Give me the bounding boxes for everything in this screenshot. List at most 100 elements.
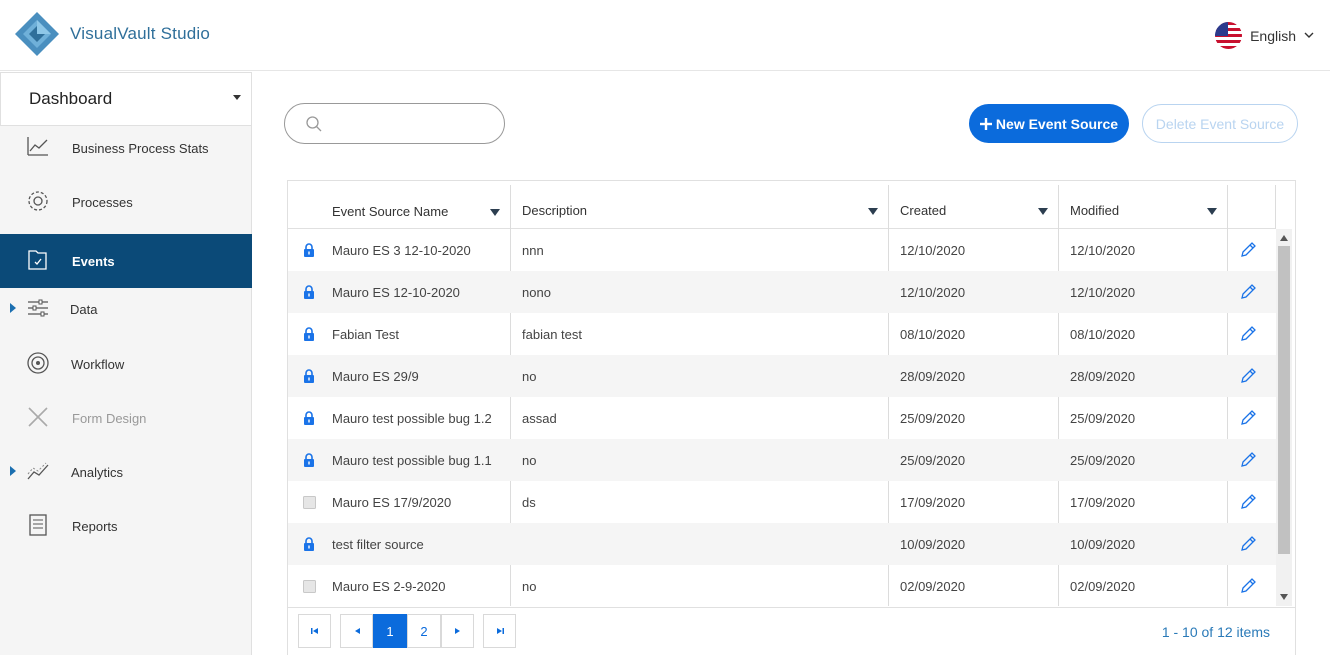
- scroll-up-icon[interactable]: [1280, 235, 1288, 241]
- workflow-icon: [27, 352, 49, 374]
- table-row[interactable]: Mauro ES 2-9-2020 no 02/09/2020 02/09/2020: [288, 565, 1276, 607]
- pager: 1 2 1 - 10 of 12 items: [288, 607, 1295, 656]
- cell-name: Fabian Test: [332, 326, 399, 342]
- first-page-icon: [310, 628, 318, 634]
- dashboard-dropdown[interactable]: Dashboard: [0, 72, 252, 126]
- sidebar-item-data[interactable]: Data: [0, 282, 252, 336]
- cell-description: no: [522, 578, 537, 594]
- page-2-button[interactable]: 2: [407, 614, 441, 648]
- cell-name: Mauro test possible bug 1.1: [332, 452, 492, 468]
- vertical-scrollbar[interactable]: [1276, 229, 1292, 606]
- filter-icon[interactable]: [1207, 208, 1217, 215]
- cell-name: Mauro ES 17/9/2020: [332, 494, 452, 510]
- cell-modified: 28/09/2020: [1070, 368, 1136, 384]
- cell-modified: 12/10/2020: [1070, 242, 1136, 258]
- column-header-name[interactable]: Event Source Name: [288, 187, 510, 235]
- page-1-button[interactable]: 1: [373, 614, 407, 648]
- next-page-button[interactable]: [441, 614, 474, 648]
- lock-icon: [303, 313, 317, 355]
- sidebar-item-reports[interactable]: Reports: [0, 499, 252, 553]
- sidebar-item-label: Form Design: [72, 410, 147, 426]
- delete-event-source-button[interactable]: Delete Event Source: [1142, 104, 1298, 143]
- column-header-description[interactable]: Description: [510, 186, 888, 234]
- edit-icon[interactable]: [1239, 439, 1261, 481]
- next-page-icon: [454, 628, 460, 634]
- cell-modified: 10/09/2020: [1070, 536, 1136, 552]
- table-row[interactable]: test filter source 10/09/2020 10/09/2020: [288, 523, 1276, 565]
- sidebar-item-label: Business Process Stats: [72, 140, 209, 156]
- search-input[interactable]: [284, 103, 505, 144]
- table-row[interactable]: Mauro test possible bug 1.1 no 25/09/2020 2…: [288, 439, 1276, 481]
- page-number: 2: [420, 623, 428, 639]
- sidebar: Dashboard Business Process Stats Process…: [0, 72, 252, 655]
- sidebar-item-events[interactable]: Events: [0, 234, 252, 288]
- filter-icon[interactable]: [868, 208, 878, 215]
- sidebar-item-form-design[interactable]: Form Design: [0, 391, 252, 445]
- search-icon: [306, 116, 322, 132]
- cell-description: assad: [522, 410, 557, 426]
- filter-icon[interactable]: [490, 209, 500, 216]
- delete-button-label: Delete Event Source: [1155, 115, 1285, 132]
- sliders-icon: [28, 299, 48, 317]
- top-bar: VisualVault Studio English: [0, 0, 1330, 71]
- column-header-created[interactable]: Created: [888, 186, 1058, 234]
- sidebar-item-business-process-stats[interactable]: Business Process Stats: [0, 121, 252, 175]
- edit-icon[interactable]: [1239, 355, 1261, 397]
- cell-name: test filter source: [332, 536, 424, 552]
- new-event-source-button[interactable]: New Event Source: [969, 104, 1129, 143]
- cell-created: 12/10/2020: [900, 284, 966, 300]
- table-row[interactable]: Mauro test possible bug 1.2 assad 25/09/20…: [288, 397, 1276, 439]
- edit-icon[interactable]: [1239, 313, 1261, 355]
- sidebar-item-workflow[interactable]: Workflow: [0, 337, 252, 391]
- caret-down-icon: [233, 95, 241, 100]
- filter-icon[interactable]: [1038, 208, 1048, 215]
- scroll-down-icon[interactable]: [1280, 594, 1288, 600]
- cell-created: 25/09/2020: [900, 410, 966, 426]
- expand-arrow-icon[interactable]: [10, 466, 16, 476]
- cell-name: Mauro ES 2-9-2020: [332, 578, 446, 594]
- table-row[interactable]: Mauro ES 12-10-2020 nono 12/10/2020 12/10/2…: [288, 271, 1276, 313]
- language-label: English: [1250, 27, 1296, 44]
- lock-icon: [303, 271, 317, 313]
- cell-name: Mauro ES 29/9: [332, 368, 419, 384]
- table-row[interactable]: Mauro ES 29/9 no 28/09/2020 28/09/2020: [288, 355, 1276, 397]
- cell-modified: 17/09/2020: [1070, 494, 1136, 510]
- sidebar-item-analytics[interactable]: Analytics: [0, 445, 252, 499]
- cell-description: [522, 523, 882, 565]
- table-row[interactable]: Mauro ES 17/9/2020 ds 17/09/2020 17/09/2020: [288, 481, 1276, 523]
- first-page-button[interactable]: [298, 614, 331, 648]
- edit-icon[interactable]: [1239, 481, 1261, 523]
- last-page-icon: [496, 628, 504, 634]
- expand-arrow-icon[interactable]: [10, 303, 16, 313]
- last-page-button[interactable]: [483, 614, 516, 648]
- lock-icon: [303, 397, 317, 439]
- table-row[interactable]: Mauro ES 3 12-10-2020 nnn 12/10/2020 12/10/…: [288, 229, 1276, 271]
- tools-icon: [28, 407, 48, 427]
- checkbox-icon[interactable]: [303, 481, 317, 523]
- edit-icon[interactable]: [1239, 523, 1261, 565]
- column-label: Description: [522, 202, 588, 218]
- sidebar-item-label: Events: [72, 253, 115, 269]
- cell-description: no: [522, 452, 537, 468]
- cell-created: 25/09/2020: [900, 452, 966, 468]
- sidebar-item-processes[interactable]: Processes: [0, 175, 252, 229]
- sidebar-item-label: Workflow: [71, 356, 125, 372]
- column-header-modified[interactable]: Modified: [1058, 186, 1227, 234]
- new-button-label: New Event Source: [995, 115, 1119, 132]
- scrollbar-thumb[interactable]: [1278, 246, 1290, 554]
- cell-description: nono: [522, 284, 551, 300]
- language-selector[interactable]: English: [1215, 22, 1314, 49]
- cell-modified: 08/10/2020: [1070, 326, 1136, 342]
- cell-description: fabian test: [522, 326, 582, 342]
- report-icon: [29, 514, 47, 536]
- checkbox-icon[interactable]: [303, 565, 317, 607]
- table-row[interactable]: Fabian Test fabian test 08/10/2020 08/10/20…: [288, 313, 1276, 355]
- edit-icon[interactable]: [1239, 229, 1261, 271]
- prev-page-button[interactable]: [340, 614, 373, 648]
- cell-description: ds: [522, 494, 536, 510]
- edit-icon[interactable]: [1239, 397, 1261, 439]
- sidebar-item-label: Reports: [72, 518, 118, 534]
- edit-icon[interactable]: [1239, 271, 1261, 313]
- edit-icon[interactable]: [1239, 565, 1261, 607]
- brand[interactable]: VisualVault Studio: [14, 11, 210, 57]
